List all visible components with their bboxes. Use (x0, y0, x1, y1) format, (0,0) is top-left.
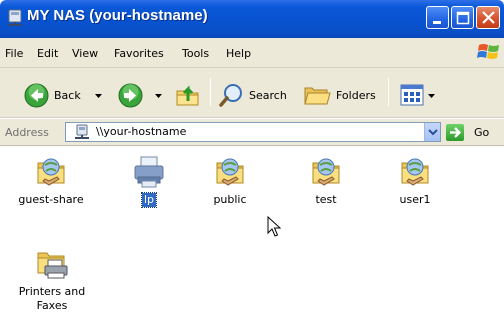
item-label: lp (140, 192, 158, 208)
window-title: MY NAS (your-hostname) (27, 7, 208, 24)
menu-tools[interactable]: Tools (182, 47, 209, 60)
address-dropdown-button[interactable] (424, 123, 440, 141)
search-icon[interactable] (219, 82, 245, 108)
printers-folder-icon (37, 252, 68, 279)
network-drive-icon (8, 9, 22, 26)
share-item-user1[interactable]: user1 (380, 153, 450, 207)
close-button[interactable] (476, 6, 500, 29)
item-label: Printers and Faxes (17, 285, 88, 313)
item-label-line: Faxes (36, 299, 68, 312)
item-label: user1 (399, 193, 431, 206)
item-label: public (213, 193, 247, 206)
address-label: Address (5, 126, 49, 139)
share-item-public[interactable]: public (195, 153, 265, 207)
item-label: guest-share (18, 193, 84, 206)
go-arrow-icon[interactable] (446, 124, 464, 141)
maximize-icon (456, 11, 470, 25)
minimize-button[interactable] (426, 6, 449, 29)
printer-icon (134, 156, 164, 188)
item-label-line: Printers and (18, 285, 86, 298)
go-label[interactable]: Go (474, 126, 489, 139)
shared-folder-icon (312, 158, 340, 186)
folders-label[interactable]: Folders (336, 89, 376, 102)
back-arrow-icon[interactable] (24, 83, 49, 108)
share-item-test[interactable]: test (291, 153, 361, 207)
chevron-down-icon (428, 129, 438, 136)
folders-icon[interactable] (303, 83, 331, 107)
close-icon (482, 11, 495, 24)
item-printers-and-faxes[interactable]: Printers and Faxes (16, 245, 88, 313)
minimize-icon (433, 21, 441, 24)
shared-folder-icon (401, 158, 429, 186)
menu-favorites[interactable]: Favorites (114, 47, 164, 60)
network-computer-icon (75, 124, 89, 139)
windows-logo-icon (477, 44, 499, 59)
shared-folder-icon (216, 158, 244, 186)
search-label[interactable]: Search (249, 89, 287, 102)
right-arrow-icon (450, 127, 462, 138)
mouse-cursor-icon (267, 216, 281, 237)
address-value[interactable]: \\your-hostname (96, 125, 186, 138)
menu-help[interactable]: Help (226, 47, 251, 60)
menu-view[interactable]: View (72, 47, 98, 60)
shared-folder-icon (37, 158, 65, 186)
back-dropdown-icon[interactable] (95, 94, 102, 98)
share-item-guest-share[interactable]: guest-share (16, 153, 86, 207)
forward-arrow-icon[interactable] (118, 83, 143, 108)
share-item-lp[interactable]: lp (114, 153, 184, 208)
views-icon[interactable] (400, 84, 424, 106)
menu-file[interactable]: File (5, 47, 23, 60)
item-label: test (315, 193, 337, 206)
toolbar-separator (210, 78, 211, 106)
forward-dropdown-icon[interactable] (155, 94, 162, 98)
back-label[interactable]: Back (54, 89, 81, 102)
toolbar-separator (388, 78, 389, 106)
views-dropdown-icon[interactable] (428, 94, 435, 98)
menu-edit[interactable]: Edit (37, 47, 58, 60)
title-bar[interactable]: MY NAS (your-hostname) (0, 0, 504, 38)
maximize-button[interactable] (451, 6, 474, 29)
up-folder-icon[interactable] (175, 82, 201, 108)
